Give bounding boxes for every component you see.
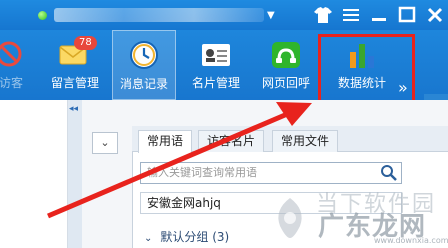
toolbar-item-messages[interactable]: 78 留言管理 xyxy=(44,30,106,100)
menu-icon[interactable] xyxy=(340,4,362,26)
search-icon[interactable] xyxy=(380,164,398,182)
dropdown-button[interactable]: ⌄ xyxy=(92,132,118,154)
search-input[interactable]: 输入关键词查询常用语 xyxy=(140,162,402,184)
status-dropdown-icon[interactable]: ▼ xyxy=(267,10,275,21)
chevron-down-icon: ⌄ xyxy=(144,233,153,244)
group-label: 默认分组 (3) xyxy=(160,230,230,244)
toolbar-item-callback[interactable]: 网页回呼 xyxy=(254,30,318,100)
maximize-icon[interactable] xyxy=(396,4,418,26)
toolbar-item-label: 访客 xyxy=(0,76,23,90)
online-status-icon[interactable] xyxy=(38,11,47,20)
toolbar-item-visitor[interactable]: 访客 xyxy=(0,30,36,100)
group-item[interactable]: ⌄ 默认分组 (3) xyxy=(144,228,229,245)
user-name-blurred xyxy=(54,8,264,22)
close-icon[interactable] xyxy=(424,4,446,26)
left-pane xyxy=(0,100,68,248)
tab-visitor-card[interactable]: 访客名片 xyxy=(198,130,265,152)
card-icon xyxy=(202,44,230,66)
callback-icon xyxy=(272,42,300,68)
toolbar-item-cards[interactable]: 名片管理 xyxy=(184,30,248,100)
clock-icon xyxy=(130,41,158,69)
watermark-url: www.downxia.com xyxy=(374,236,448,245)
visitor-icon xyxy=(0,41,22,67)
toolbar-item-label: 名片管理 xyxy=(191,76,240,90)
toolbar-item-label: 留言管理 xyxy=(50,76,99,90)
toolbar-item-label: 网页回呼 xyxy=(261,76,310,90)
title-bar: ▼ xyxy=(0,0,448,30)
watermark-logo xyxy=(278,198,302,238)
collapse-icon[interactable]: ◂◂ xyxy=(69,104,78,114)
tab-common-files[interactable]: 常用文件 xyxy=(272,130,339,152)
shirt-icon[interactable] xyxy=(312,4,334,26)
minimize-icon[interactable] xyxy=(368,4,390,26)
toolbar-item-history[interactable]: 消息记录 xyxy=(112,30,176,100)
tab-strip: 常用语 访客名片 常用文件 xyxy=(132,126,448,153)
unread-badge: 78 xyxy=(74,36,97,50)
collapse-bar[interactable]: ◂◂ xyxy=(68,100,82,248)
tab-common-phrases[interactable]: 常用语 xyxy=(138,130,193,153)
toolbar-item-label: 消息记录 xyxy=(119,77,168,91)
